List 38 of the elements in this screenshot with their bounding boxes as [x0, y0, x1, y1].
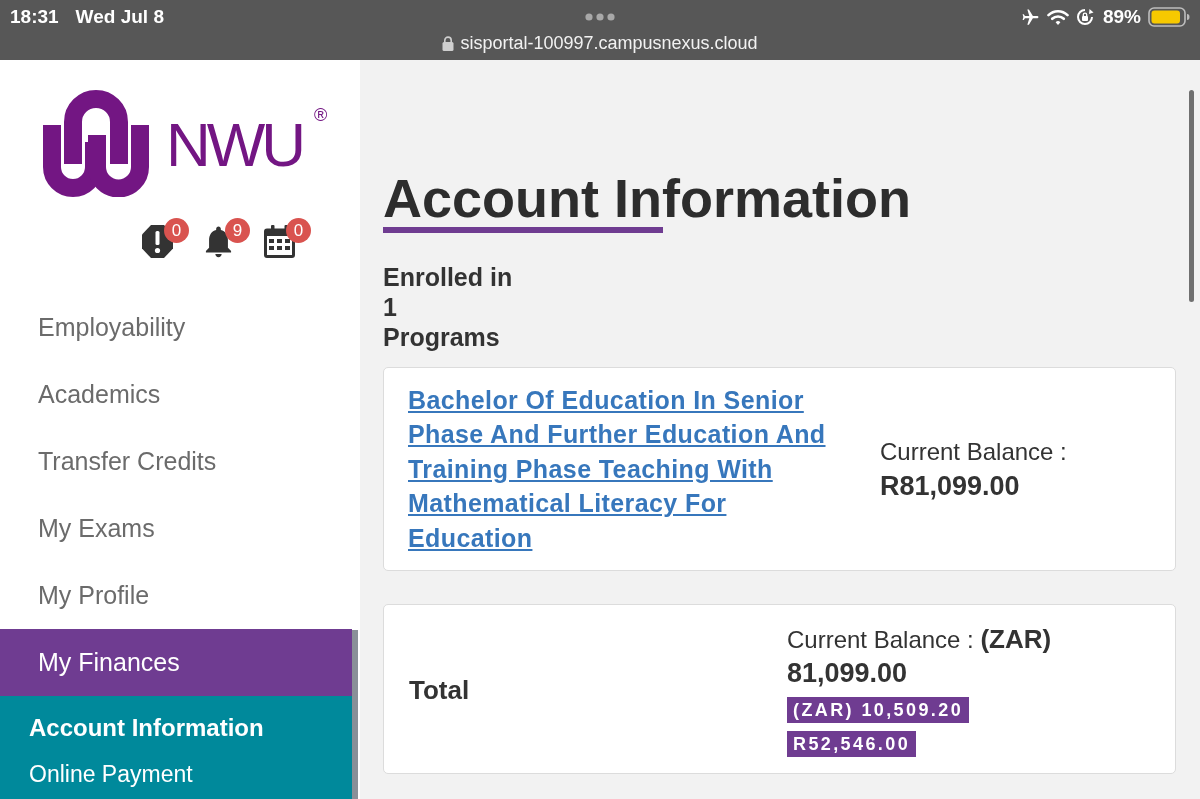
count-badge: 9 — [225, 218, 250, 243]
page-title: Account Information — [383, 168, 911, 228]
nav-item[interactable]: Transfer Credits — [0, 428, 352, 495]
count-badge: 0 — [164, 218, 189, 243]
registered-mark: ® — [314, 106, 328, 124]
nav-item[interactable]: Employability — [0, 294, 352, 361]
count-badge: 0 — [286, 218, 311, 243]
balance-label: Current Balance : (ZAR) — [787, 623, 1052, 656]
wifi-icon — [1046, 8, 1069, 26]
nav-item[interactable]: Academics — [0, 361, 352, 428]
programs-label: Programs — [383, 322, 501, 352]
submenu-item[interactable]: Account Information — [0, 704, 352, 751]
airplane-icon — [1020, 7, 1040, 27]
submenu-item[interactable]: Online Payment — [0, 751, 352, 798]
logo-wordmark: NWU — [166, 114, 303, 176]
balance-amount: R81,099.00 — [880, 470, 1021, 503]
bell-icon[interactable] — [203, 225, 234, 258]
rotation-lock-icon — [1075, 8, 1094, 26]
url-text[interactable]: sisportal-100997.campusnexus.cloud — [460, 29, 758, 57]
amount-badge: R52,546.00 — [787, 731, 917, 757]
total-label: Total — [409, 673, 471, 707]
amount-badge: (ZAR) 10,509.20 — [787, 697, 970, 723]
balance-amount: 81,099.00 — [787, 657, 908, 690]
balance-label: Current Balance : — [880, 437, 1067, 467]
more-dots-icon[interactable] — [585, 13, 615, 21]
battery-icon — [1148, 7, 1190, 27]
nav-item[interactable]: My Profile — [0, 562, 352, 629]
nav-item[interactable]: My Exams — [0, 495, 352, 562]
battery-percentage: 89% — [1102, 4, 1141, 29]
enrolled-label: Enrolled in — [383, 262, 513, 292]
scrollbar[interactable] — [1189, 90, 1194, 302]
program-count: 1 — [383, 292, 398, 322]
date-text: Wed Jul 8 — [75, 4, 164, 29]
program-link[interactable]: Bachelor Of Education In Senior Phase And Further Education And Training Phase Teaching With Mathematical Literacy For Education — [408, 382, 846, 556]
clock-time: 18:31 — [10, 4, 59, 29]
scrollbar[interactable] — [352, 630, 358, 799]
nav-item[interactable]: My Finances — [0, 629, 352, 696]
lock-icon — [442, 35, 455, 51]
